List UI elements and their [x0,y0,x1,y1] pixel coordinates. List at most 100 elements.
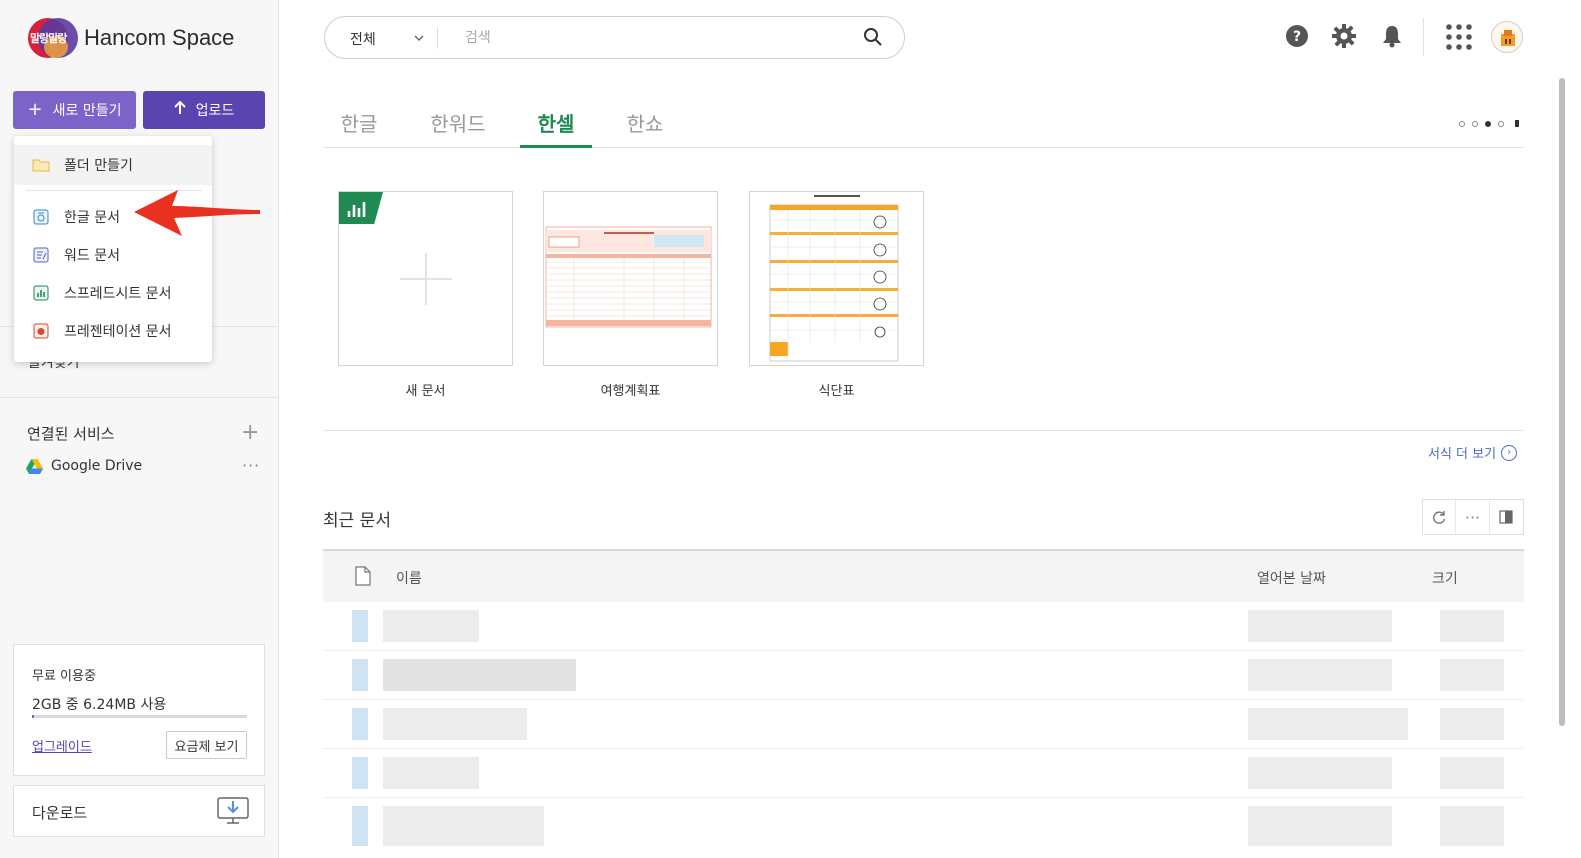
app-logo[interactable]: 말랑말랑 Hancom Space [28,18,234,58]
search-input[interactable] [465,25,825,51]
search-icon[interactable] [863,27,883,51]
upgrade-link[interactable]: 업그레이드 [32,736,92,755]
annotation-arrow-icon [134,190,260,236]
file-type-icon [352,806,368,846]
plus-icon: + [27,99,43,120]
google-drive-label: Google Drive [51,458,143,474]
tab-hanshow[interactable]: 한쇼 [626,108,664,148]
redacted-file-size [1440,757,1504,789]
logo-mark: 말랑말랑 [28,18,78,58]
plan-status: 무료 이용중 [32,669,96,684]
spreadsheet-doc-icon [32,285,50,301]
template-new-document[interactable]: 새 문서 [338,191,513,399]
usage-panel: 무료 이용중 2GB 중 6.24MB 사용 업그레이드 요금제 보기 [13,644,265,776]
sidebar-divider [0,397,279,398]
hwp-doc-icon [32,209,50,225]
template-name: 새 문서 [405,384,446,399]
tab-hanword[interactable]: 한워드 [430,108,486,148]
travel-plan-preview-icon [545,226,712,328]
recent-table-header: 이름 열어본 날짜 크기 [323,549,1524,602]
redacted-file-name [383,757,479,789]
template-travel-plan[interactable]: 여행계획표 [543,191,718,399]
google-drive-more-button[interactable]: ··· [242,456,260,475]
detail-panel-icon[interactable] [1490,500,1523,534]
meal-plan-preview-icon [769,195,899,362]
storage-usage-text: 2GB 중 6.24MB 사용 [32,697,167,713]
recent-toolbar: ··· [1422,499,1524,535]
table-row[interactable] [323,603,1524,651]
redacted-file-name [383,659,576,691]
menu-item-presentation-document[interactable]: 프레젠테이션 문서 [14,314,212,348]
more-templates-label: 서식 더 보기 [1428,447,1497,462]
tab-hancell[interactable]: 한셀 [520,108,592,148]
menu-item-new-folder[interactable]: 폴더 만들기 [14,145,212,185]
search-divider [437,27,438,49]
desktop-download-icon [217,796,249,830]
column-header-name[interactable]: 이름 [396,568,422,588]
google-drive-icon [26,458,43,474]
sidebar-item-google-drive[interactable]: Google Drive [26,458,142,474]
pause-icon[interactable] [1515,120,1519,127]
redacted-file-size [1440,708,1504,740]
column-header-opened-date[interactable]: 열어본 날짜 [1257,568,1326,588]
download-label: 다운로드 [32,804,88,822]
menu-item-word-document[interactable]: 워드 문서 [14,238,212,272]
carousel-dot[interactable] [1498,120,1504,127]
menu-item-spreadsheet-document[interactable]: 스프레드시트 문서 [14,276,212,310]
table-row[interactable] [323,652,1524,700]
more-options-icon[interactable]: ··· [1456,500,1490,534]
menu-item-label: 한글 문서 [64,210,120,226]
gear-icon[interactable] [1332,24,1356,52]
storage-usage-fill [32,715,35,718]
carousel-pager [1459,120,1526,127]
new-document-menu: 폴더 만들기 한글 문서 워드 문서 스프레드시트 문서 프레젠테이션 문서 [14,136,212,362]
avatar[interactable] [1491,21,1523,53]
redacted-opened-date [1248,708,1408,740]
search-bar: 전체 [324,16,905,59]
chevron-down-icon[interactable] [413,29,425,48]
carousel-dot[interactable] [1472,120,1478,127]
carousel-dot[interactable] [1459,120,1465,127]
folder-icon [32,157,50,173]
logo-badge-text: 말랑말랑 [30,32,67,45]
download-panel[interactable]: 다운로드 [13,785,265,837]
template-thumbnail[interactable] [543,191,718,366]
bell-icon[interactable] [1380,24,1404,52]
redacted-file-name [383,610,479,642]
svg-text:?: ? [1293,29,1301,45]
view-plans-button[interactable]: 요금제 보기 [166,731,247,759]
table-row[interactable] [323,701,1524,749]
search-scope-select[interactable]: 전체 [350,29,376,49]
carousel-dot-active[interactable] [1485,120,1491,127]
plus-icon [425,253,427,305]
table-row[interactable] [323,799,1524,847]
chevron-right-icon: › [1501,444,1518,461]
redacted-file-name [383,708,527,740]
file-type-icon [352,659,368,691]
table-row[interactable] [323,750,1524,798]
page-scrollbar[interactable] [1559,78,1565,726]
template-meal-plan[interactable]: 식단표 [749,191,924,399]
recent-documents-title: 최근 문서 [323,511,391,531]
more-templates-link[interactable]: 서식 더 보기 › [1428,443,1518,462]
tab-hangul[interactable]: 한글 [340,108,378,148]
redacted-file-size [1440,610,1504,642]
linked-services-title: 연결된 서비스 [27,425,115,443]
refresh-icon[interactable] [1423,500,1457,534]
redacted-file-size [1440,806,1504,846]
upload-button[interactable]: 업로드 [143,91,265,129]
column-header-size[interactable]: 크기 [1432,568,1458,588]
new-button[interactable]: + 새로 만들기 [13,91,136,129]
upload-button-label: 업로드 [195,103,235,119]
apps-grid-icon[interactable] [1446,24,1472,54]
menu-item-label: 폴더 만들기 [64,158,133,174]
file-type-icon [352,708,368,740]
storage-usage-bar [32,715,247,718]
menu-item-label: 스프레드시트 문서 [64,286,172,302]
help-icon[interactable]: ? [1285,24,1309,52]
header-divider [1423,18,1424,56]
file-icon [355,566,371,590]
template-thumbnail[interactable] [749,191,924,366]
template-thumbnail[interactable] [338,191,513,366]
add-service-button[interactable]: + [241,420,259,445]
